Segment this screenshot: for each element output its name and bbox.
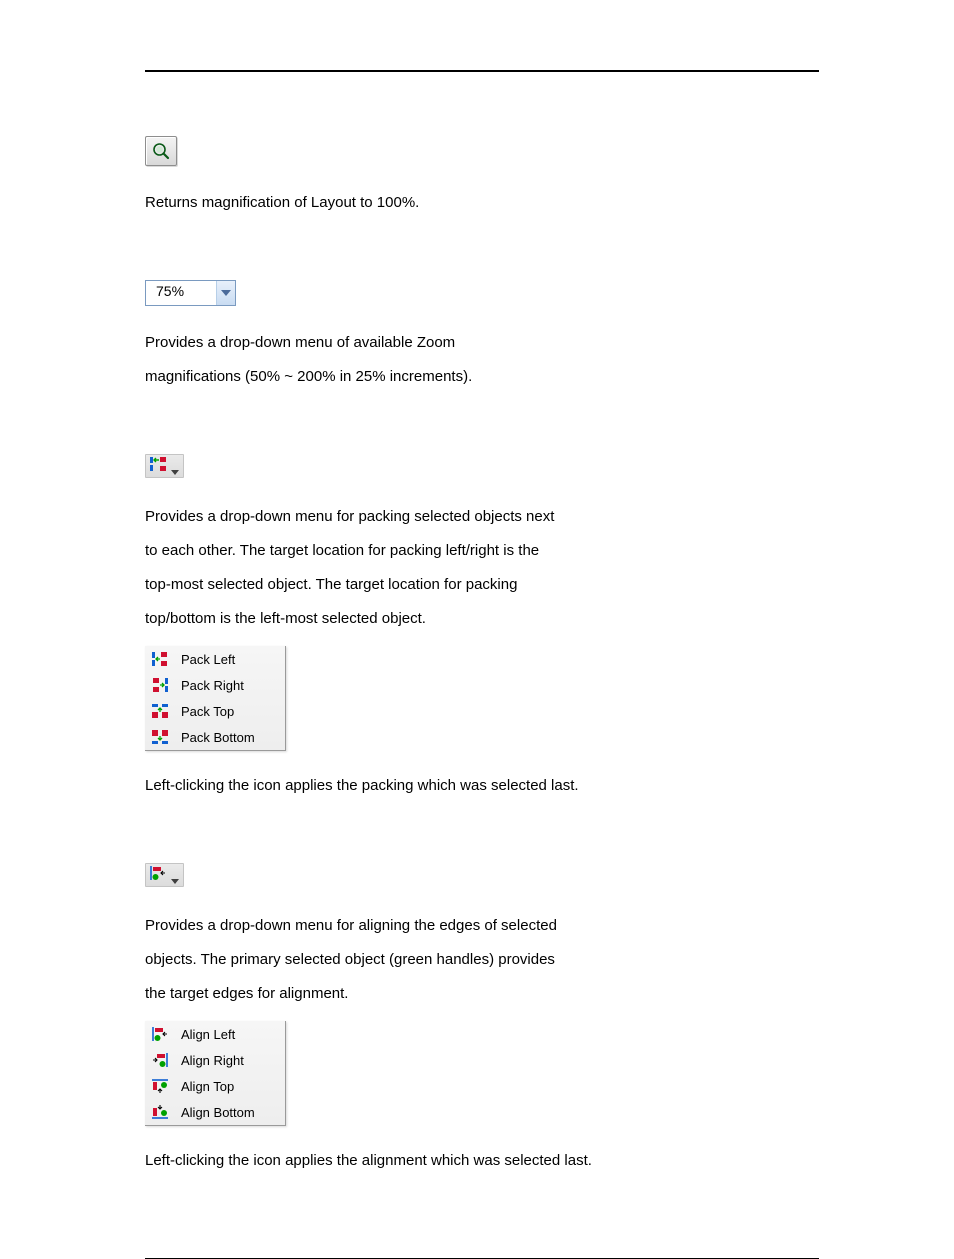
menu-item-label: Align Top [175,1079,234,1094]
chevron-down-icon [171,871,179,879]
top-rule [145,70,819,72]
menu-item-pack-right[interactable]: Pack Right [145,672,285,698]
chevron-down-icon [171,462,179,470]
pack-section: Provides a drop-down menu for packing se… [145,454,819,803]
pack-left-icon [145,651,175,667]
menu-item-pack-top[interactable]: Pack Top [145,698,285,724]
menu-item-label: Align Right [175,1053,244,1068]
menu-item-label: Pack Top [175,704,234,719]
pack-top-icon [145,703,175,719]
zoom-100-button[interactable] [145,136,177,166]
align-top-icon [145,1078,175,1094]
menu-item-label: Pack Left [175,652,235,667]
align-desc-2: objects. The primary selected object (gr… [145,943,819,977]
page-content: Returns magnification of Layout to 100%.… [0,0,954,1259]
align-menu: Align Left Align Right [145,1021,286,1126]
zoom-dd-desc-2: magnifications (50% ~ 200% in 25% increm… [145,360,819,394]
menu-item-label: Align Left [175,1027,235,1042]
zoom-dropdown-section: 75% Provides a drop-down menu of availab… [145,280,819,394]
menu-item-pack-left[interactable]: Pack Left [145,646,285,672]
menu-item-align-bottom[interactable]: Align Bottom [145,1099,285,1125]
zoom-select-value: 75% [146,281,216,305]
align-desc-1: Provides a drop-down menu for aligning t… [145,909,819,943]
pack-desc-1: Provides a drop-down menu for packing se… [145,500,819,534]
pack-left-icon [149,456,167,476]
menu-item-align-left[interactable]: Align Left [145,1021,285,1047]
chevron-down-icon [216,281,235,305]
magnifier-icon [146,141,176,161]
menu-item-label: Align Bottom [175,1105,255,1120]
align-left-icon [145,1026,175,1042]
pack-desc-3: top-most selected object. The target loc… [145,568,819,602]
pack-menu: Pack Left Pack Right [145,646,286,751]
pack-desc-4: top/bottom is the left-most selected obj… [145,602,819,636]
zoom-100-section: Returns magnification of Layout to 100%. [145,136,819,220]
pack-desc-2: to each other. The target location for p… [145,534,819,568]
zoom-select[interactable]: 75% [145,280,236,306]
align-left-icon [149,865,167,885]
align-footer: Left-clicking the icon applies the align… [145,1144,819,1178]
align-bottom-icon [145,1104,175,1120]
pack-right-icon [145,677,175,693]
pack-bottom-icon [145,729,175,745]
align-tool-button[interactable] [145,863,184,887]
menu-item-label: Pack Bottom [175,730,255,745]
menu-item-pack-bottom[interactable]: Pack Bottom [145,724,285,750]
align-section: Provides a drop-down menu for aligning t… [145,863,819,1178]
pack-tool-button[interactable] [145,454,184,478]
menu-item-align-top[interactable]: Align Top [145,1073,285,1099]
menu-item-label: Pack Right [175,678,244,693]
align-right-icon [145,1052,175,1068]
align-desc-3: the target edges for alignment. [145,977,819,1011]
zoom-100-desc: Returns magnification of Layout to 100%. [145,186,819,220]
menu-item-align-right[interactable]: Align Right [145,1047,285,1073]
zoom-dd-desc-1: Provides a drop-down menu of available Z… [145,326,819,360]
pack-footer: Left-clicking the icon applies the packi… [145,769,819,803]
